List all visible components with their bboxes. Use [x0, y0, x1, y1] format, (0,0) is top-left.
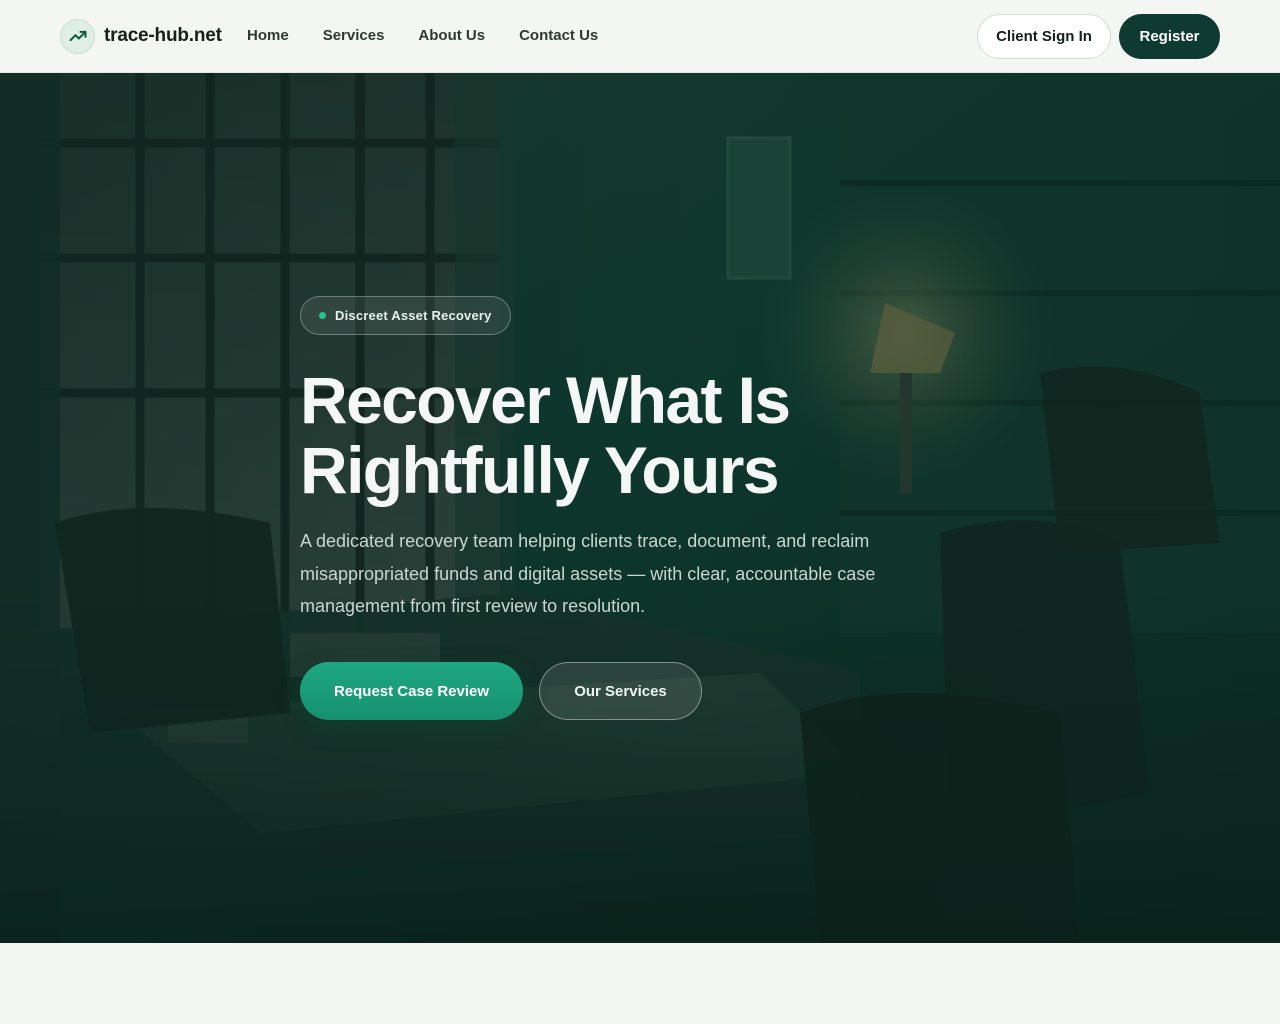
nav-item-services[interactable]: Services [323, 26, 385, 46]
hero-title-line-1: Recover What Is [300, 363, 791, 437]
main-nav: Home Services About Us Contact Us [247, 26, 632, 46]
hero-description: A dedicated recovery team helping client… [300, 531, 876, 616]
client-sign-in-button[interactable]: Client Sign In [977, 14, 1111, 59]
register-button[interactable]: Register [1119, 14, 1220, 59]
request-case-review-button[interactable]: Request Case Review [300, 662, 523, 720]
nav-item-contact-us[interactable]: Contact Us [519, 26, 598, 46]
hero-badge-label: Discreet Asset Recovery [335, 308, 492, 323]
hero-section: Discreet Asset Recovery Recover What Is … [0, 73, 1280, 943]
brand-name: trace-hub.net [104, 25, 222, 46]
status-dot-icon [319, 312, 326, 319]
hero-title-line-2: Rightfully Yours [300, 433, 780, 507]
brand-logo-link[interactable]: trace-hub.net [60, 18, 222, 54]
hero-title: Recover What Is Rightfully Yours [300, 365, 1000, 505]
trending-up-icon [60, 18, 95, 54]
site-header: trace-hub.net Home Services About Us Con… [0, 0, 1280, 73]
nav-item-home[interactable]: Home [247, 26, 289, 46]
content-area-below-hero [0, 943, 1280, 1024]
hero-overlay [0, 73, 1280, 943]
our-services-button[interactable]: Our Services [539, 662, 702, 720]
hero-badge: Discreet Asset Recovery [300, 296, 511, 335]
nav-item-about-us[interactable]: About Us [418, 26, 485, 46]
